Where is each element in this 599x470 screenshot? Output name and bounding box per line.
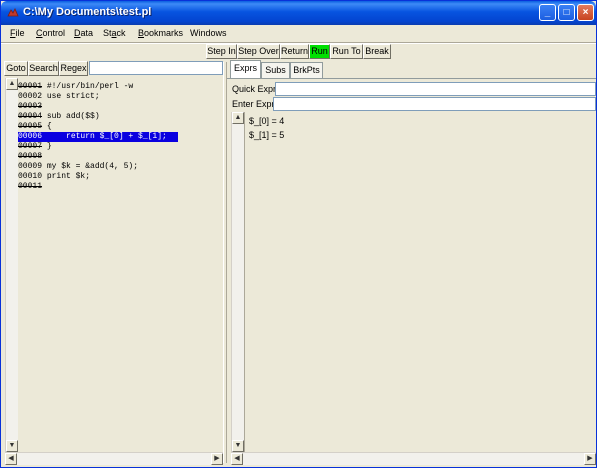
tab-subs[interactable]: Subs [261,62,290,78]
regex-button[interactable]: Regex [59,61,88,76]
expr-vscroll[interactable]: ▲ ▼ [231,112,244,452]
line-number[interactable]: 00004 [18,112,42,121]
step-over-button[interactable]: Step Over [237,44,280,59]
menu-data-label: ata [80,28,94,38]
menu-windows[interactable]: Windows [190,28,227,38]
enter-expr-input[interactable] [273,97,596,111]
scroll-down-icon[interactable]: ▼ [6,440,18,452]
source-code-view[interactable]: 00001 #!/usr/bin/perl -w 00002 use strict… [18,80,223,450]
menu-control[interactable]: Control [36,28,65,38]
line-text: my $k = &add(4, 5); [42,162,139,171]
watch-item: $_[1] = 5 [249,130,285,140]
code-line[interactable]: 00003 [18,102,42,112]
return-button[interactable]: Return [280,44,309,59]
tab-strip-border [227,78,596,79]
title-bar[interactable]: C:\My Documents\test.pl _ □ × [1,1,596,25]
code-line[interactable]: 00002 use strict; [18,92,100,102]
line-text: return $_[0] + $_[1]; [42,132,167,141]
line-text: { [42,122,52,131]
step-in-button[interactable]: Step In [206,44,237,59]
menu-stack-label: ck [116,28,126,38]
menu-bookmarks-label: ookmarks [144,28,184,38]
expr-watch-list[interactable]: $_[0] = 4 $_[1] = 5 [244,112,597,452]
code-vscroll[interactable]: ▲ ▼ [5,78,18,452]
tab-exprs[interactable]: Exprs [230,60,261,79]
quick-expr-input[interactable] [275,82,596,96]
code-hscroll[interactable]: ◀ ▶ [5,452,223,465]
line-number[interactable]: 00001 [18,82,42,91]
enter-expr-label: Enter Expr: [232,99,278,109]
window-title: C:\My Documents\test.pl [23,6,152,18]
menu-bookmarks[interactable]: Bookmarks [138,28,183,38]
break-button[interactable]: Break [363,44,391,59]
minimize-button[interactable]: _ [539,4,556,21]
menu-stack-pre: St [103,28,112,38]
expr-scroll-right-icon[interactable]: ▶ [584,453,596,465]
line-number[interactable]: 00009 [18,162,42,171]
maximize-button[interactable]: □ [558,4,575,21]
line-text: use strict; [42,92,100,101]
code-line[interactable]: 00007 } [18,142,52,152]
line-number[interactable]: 00002 [18,92,42,101]
scroll-up-icon[interactable]: ▲ [6,78,18,90]
line-number[interactable]: 00008 [18,152,42,161]
menu-file-label: ile [15,28,25,38]
run-button[interactable]: Run [309,44,330,59]
scroll-right-icon[interactable]: ▶ [211,453,223,465]
expr-hscroll[interactable]: ◀ ▶ [231,452,596,465]
code-line[interactable]: 00004 sub add($$) [18,112,100,122]
code-line[interactable]: 00011 [18,182,42,192]
expr-scroll-up-icon[interactable]: ▲ [232,112,244,124]
perl-camel-icon [7,8,19,17]
close-button[interactable]: × [577,4,594,21]
line-number[interactable]: 00007 [18,142,42,151]
menu-stack[interactable]: Stack [103,28,126,38]
menu-file[interactable]: File [10,28,25,38]
line-text: sub add($$) [42,112,100,121]
quick-expr-label: Quick Expr: [232,84,279,94]
line-text: } [42,142,52,151]
search-input[interactable] [89,61,223,75]
menu-bar: File Control Data Stack Bookmarks Window… [1,25,596,43]
code-line[interactable]: 00008 [18,152,42,162]
line-number[interactable]: 00005 [18,122,42,131]
expr-scroll-left-icon[interactable]: ◀ [231,453,243,465]
goto-button[interactable]: Goto [4,61,28,76]
debugger-window: C:\My Documents\test.pl _ □ × File Contr… [0,0,597,468]
scroll-left-icon[interactable]: ◀ [5,453,17,465]
tab-brkpts[interactable]: BrkPts [290,62,323,78]
line-text: print $k; [42,172,91,181]
code-line[interactable]: 00009 my $k = &add(4, 5); [18,162,138,172]
menu-control-label: ontrol [42,28,66,38]
search-button[interactable]: Search [28,61,59,76]
code-line[interactable]: 00005 { [18,122,52,132]
line-number[interactable]: 00010 [18,172,42,181]
menu-data[interactable]: Data [74,28,93,38]
line-text: #!/usr/bin/perl -w [42,82,134,91]
code-line-current[interactable]: 00006 return $_[0] + $_[1]; [18,132,178,142]
expr-scroll-down-icon[interactable]: ▼ [232,440,244,452]
line-number[interactable]: 00006 [18,132,42,141]
line-number[interactable]: 00003 [18,102,42,111]
watch-item: $_[0] = 4 [249,116,285,126]
run-to-button[interactable]: Run To [330,44,363,59]
code-line[interactable]: 00010 print $k; [18,172,90,182]
pane-splitter[interactable] [223,62,227,463]
code-line[interactable]: 00001 #!/usr/bin/perl -w [18,82,133,92]
line-number[interactable]: 00011 [18,182,42,191]
